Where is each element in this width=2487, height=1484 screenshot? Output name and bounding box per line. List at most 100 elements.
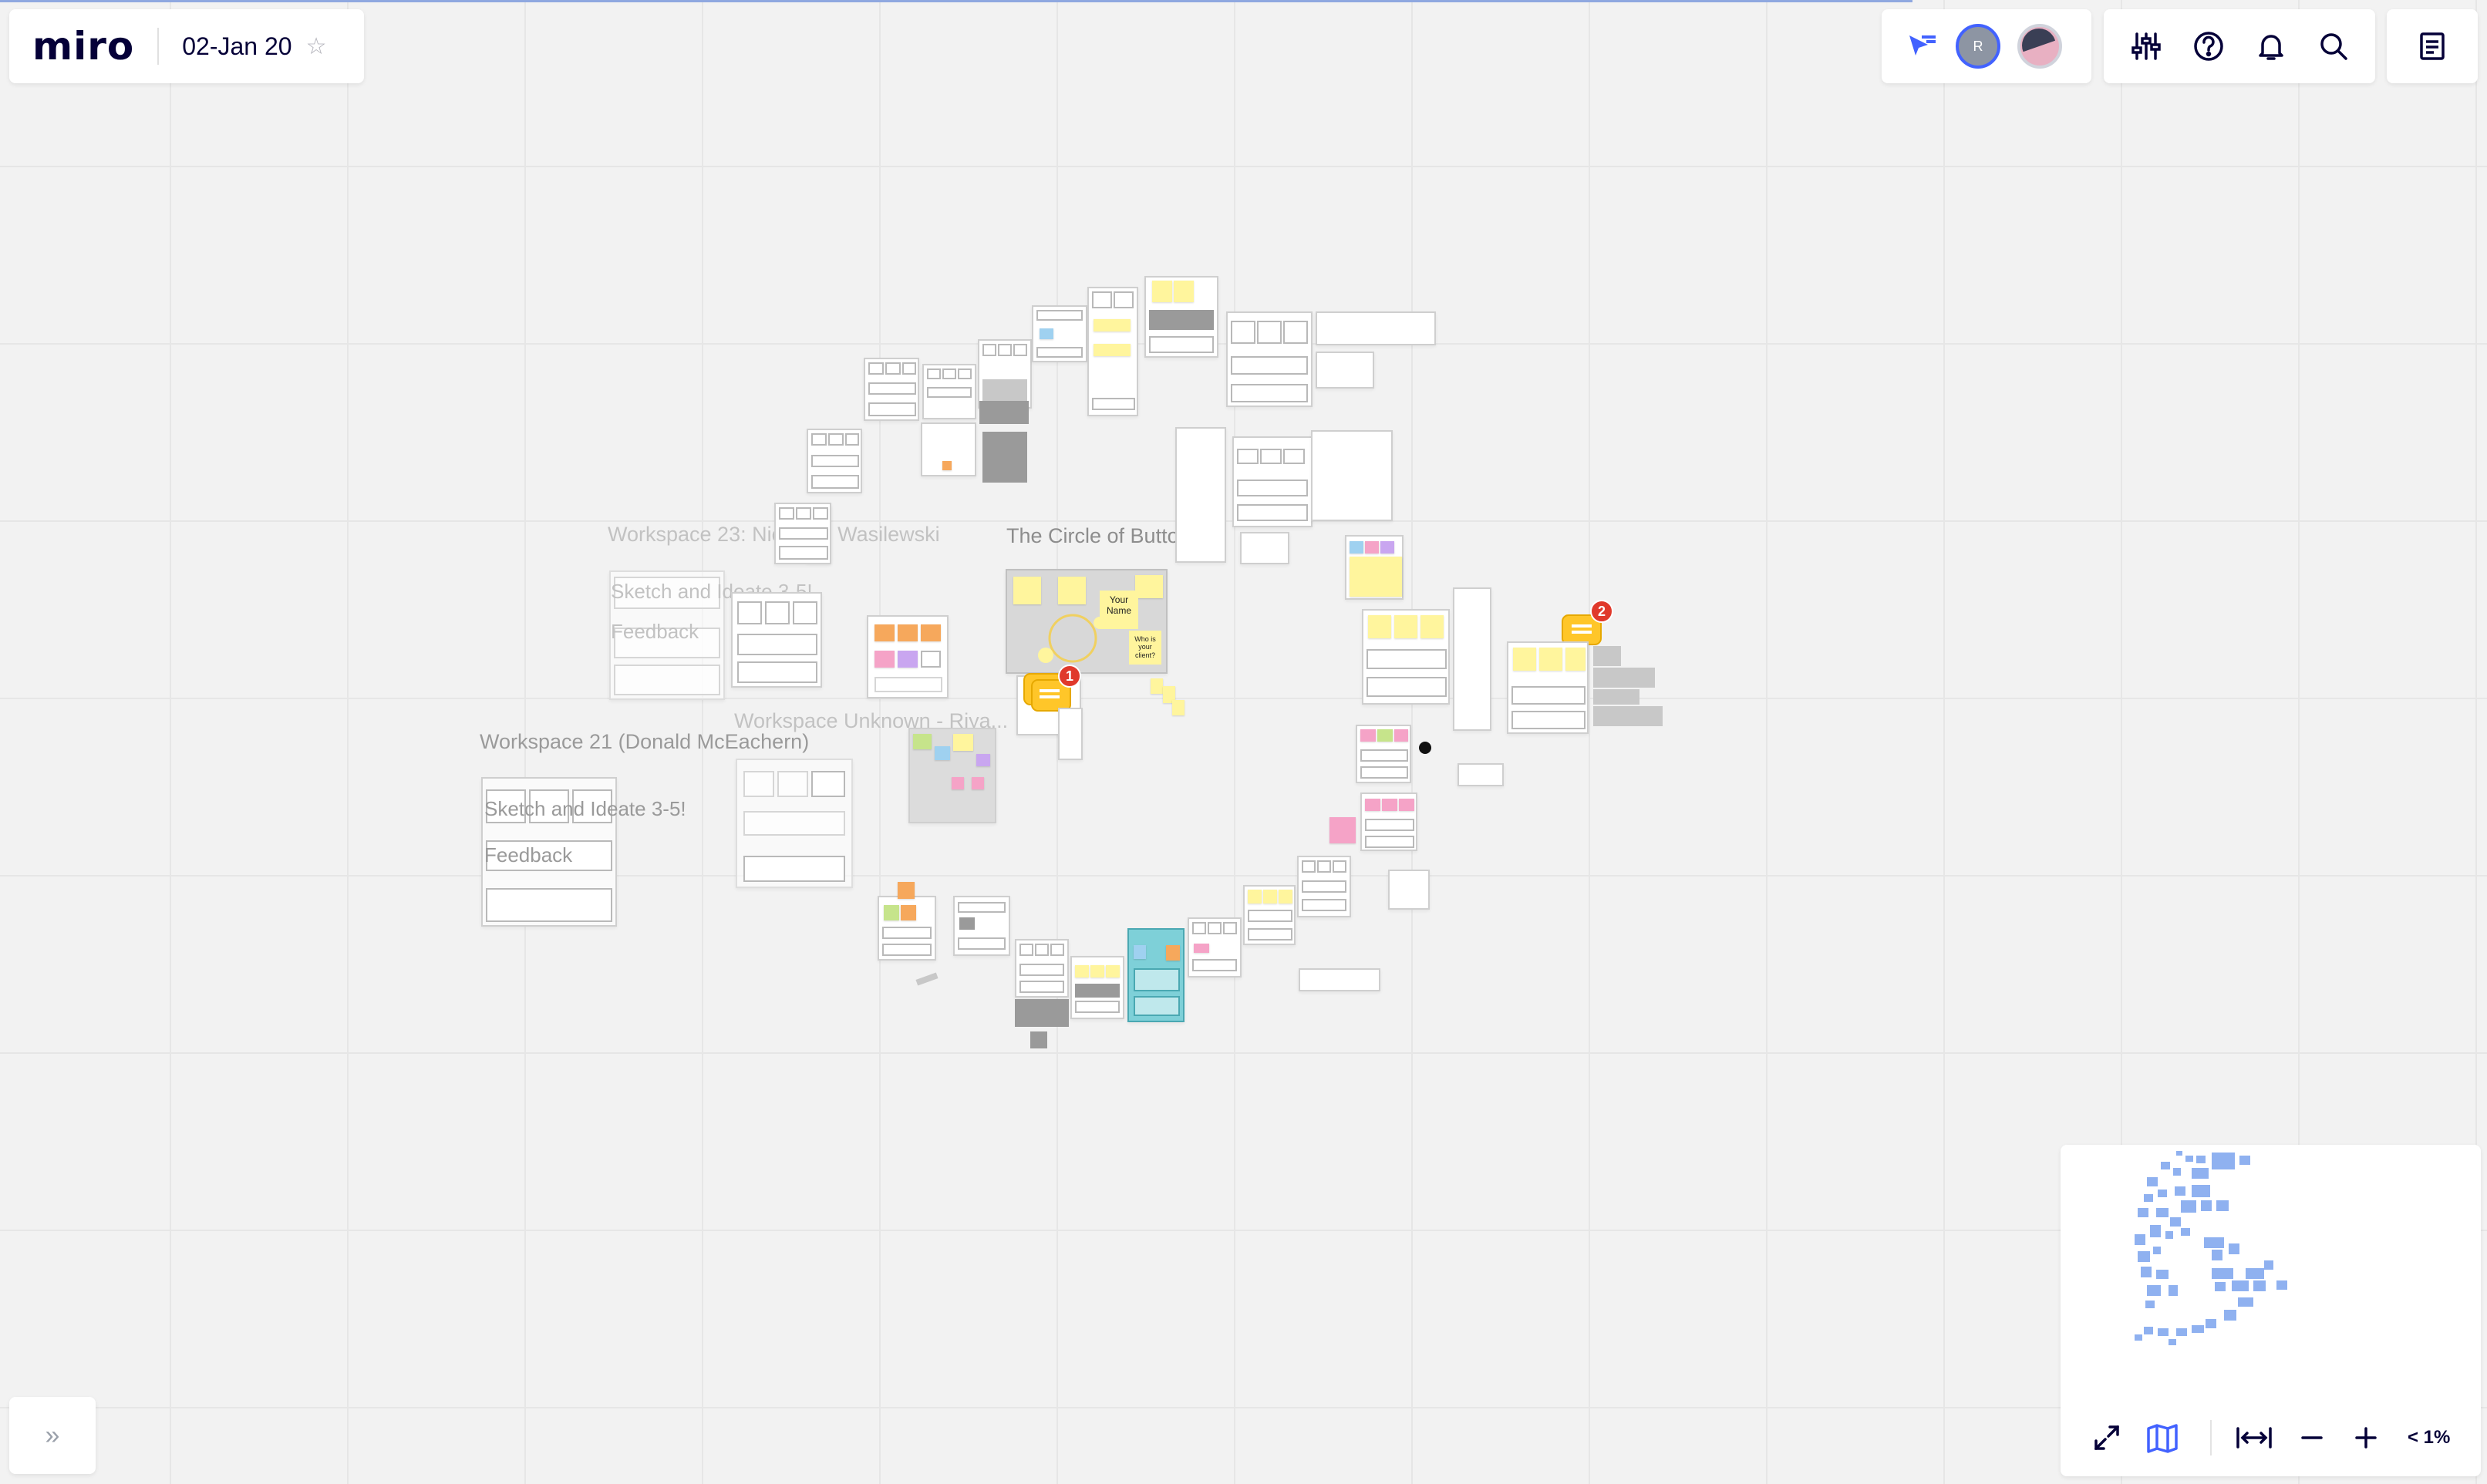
sticky-note[interactable] xyxy=(898,624,918,641)
expand-toolbar-button[interactable]: » xyxy=(9,1397,96,1474)
sticky-note[interactable] xyxy=(1094,344,1131,356)
client-sticky[interactable]: Who is your client? xyxy=(1129,631,1161,665)
sticky-note[interactable] xyxy=(1106,965,1120,978)
avatar[interactable] xyxy=(2017,24,2062,69)
workspace-frame[interactable] xyxy=(1362,609,1450,705)
sticky-note[interactable] xyxy=(1094,319,1131,331)
sticky-note[interactable] xyxy=(942,461,952,470)
sticky-note[interactable] xyxy=(1365,541,1379,554)
sticky-note[interactable] xyxy=(1166,945,1180,961)
sticky-note[interactable] xyxy=(1279,890,1292,904)
workspace-frame-unknown[interactable] xyxy=(736,759,853,888)
workspace-frame[interactable] xyxy=(1032,305,1087,362)
help-icon[interactable] xyxy=(2192,29,2226,63)
miro-logo[interactable]: miro xyxy=(32,24,134,69)
sticky-note[interactable] xyxy=(1539,648,1562,671)
cursor-follow-icon[interactable] xyxy=(1905,29,1939,63)
workspace-frame[interactable] xyxy=(1226,311,1313,407)
workspace-frame[interactable] xyxy=(1188,917,1242,978)
workspace-frame[interactable] xyxy=(953,896,1010,956)
workspace-frame[interactable] xyxy=(1232,436,1313,527)
sticky-note[interactable] xyxy=(1377,729,1393,742)
sticky-note[interactable] xyxy=(976,754,990,766)
workspace-frame[interactable] xyxy=(1507,641,1589,734)
sticky-note[interactable] xyxy=(1360,729,1376,742)
doc-frame[interactable] xyxy=(1311,430,1393,521)
sticky-note[interactable] xyxy=(898,651,918,668)
sticky-note[interactable] xyxy=(1365,799,1380,811)
sketch-row[interactable] xyxy=(1316,311,1436,345)
sketch-frame[interactable] xyxy=(1175,427,1226,563)
sticky-note[interactable] xyxy=(901,905,916,920)
map-icon[interactable] xyxy=(2145,1422,2179,1453)
sticky-note[interactable] xyxy=(1382,799,1397,811)
sticky-note[interactable] xyxy=(952,777,964,789)
fit-to-screen-icon[interactable] xyxy=(2235,1422,2273,1453)
sticky-note[interactable] xyxy=(1399,799,1414,811)
notes-list-icon[interactable] xyxy=(2415,29,2449,63)
sticky-note[interactable] xyxy=(1420,615,1444,638)
workspace-frame[interactable] xyxy=(1345,535,1404,600)
sticky-note[interactable] xyxy=(1134,945,1146,959)
workspace-frame[interactable] xyxy=(1144,276,1218,358)
workspace-frame-b[interactable] xyxy=(731,592,822,688)
sticky-note[interactable] xyxy=(1513,648,1536,671)
sticky-note[interactable] xyxy=(1151,678,1163,694)
sketch-frame[interactable] xyxy=(1453,587,1491,731)
teal-workspace-frame[interactable] xyxy=(1127,928,1185,1022)
zoom-level[interactable]: < 1% xyxy=(2408,1427,2450,1449)
workspace-frame[interactable] xyxy=(908,728,996,823)
sticky-note[interactable] xyxy=(972,777,984,789)
workspace-frame[interactable] xyxy=(864,358,919,421)
sticky-note[interactable] xyxy=(1368,615,1391,638)
zoom-out-icon[interactable] xyxy=(2297,1422,2327,1453)
sticky-note[interactable] xyxy=(913,734,932,749)
sticky-note[interactable] xyxy=(874,624,895,641)
workspace-frame[interactable] xyxy=(1360,792,1417,851)
sticky-note[interactable] xyxy=(953,734,973,751)
sticky-note[interactable] xyxy=(1075,965,1089,978)
star-icon[interactable]: ☆ xyxy=(306,33,327,60)
sticky-note[interactable] xyxy=(1380,541,1394,554)
small-frame[interactable] xyxy=(1058,708,1083,760)
workspace-frame[interactable] xyxy=(1015,939,1069,998)
zoom-in-icon[interactable] xyxy=(2351,1422,2381,1453)
sticky-note[interactable] xyxy=(1013,577,1041,604)
fullscreen-icon[interactable] xyxy=(2091,1422,2122,1453)
sticky-note[interactable] xyxy=(1040,328,1053,339)
avatar[interactable]: R xyxy=(1956,24,2000,69)
sticky-note[interactable] xyxy=(1350,541,1363,554)
workspace-frame[interactable] xyxy=(774,503,831,564)
sticky-note[interactable] xyxy=(1090,965,1104,978)
small-frame[interactable] xyxy=(1457,763,1504,786)
sticky-note[interactable] xyxy=(1174,281,1194,302)
workspace-frame[interactable] xyxy=(1297,856,1351,917)
workspace-frame[interactable] xyxy=(1087,287,1138,416)
sticky-note[interactable] xyxy=(1248,890,1262,904)
sticky-note[interactable] xyxy=(1350,557,1402,597)
sticky-note[interactable] xyxy=(1135,575,1163,598)
sticky-note[interactable] xyxy=(921,624,941,641)
workspace-frame[interactable] xyxy=(1299,968,1380,991)
sketch-row[interactable] xyxy=(1316,352,1374,389)
sticky-note[interactable] xyxy=(1329,817,1356,843)
workspace-frame[interactable] xyxy=(867,615,949,698)
sticky-note[interactable] xyxy=(1058,577,1086,604)
workspace-frame[interactable] xyxy=(978,339,1032,409)
sticky-note[interactable] xyxy=(935,746,950,760)
sticky-note[interactable] xyxy=(1194,944,1209,953)
workspace-frame[interactable] xyxy=(922,364,976,419)
sticky-note[interactable] xyxy=(1394,615,1417,638)
sticky-note[interactable] xyxy=(1172,700,1185,715)
search-icon[interactable] xyxy=(2317,29,2351,63)
workspace-frame[interactable] xyxy=(1356,725,1411,783)
minimap-view[interactable] xyxy=(2061,1145,2481,1399)
workspace-frame[interactable] xyxy=(878,896,936,961)
sketch-frame[interactable] xyxy=(1388,870,1430,910)
sticky-note[interactable] xyxy=(898,882,915,899)
workspace-frame[interactable] xyxy=(1243,885,1296,945)
notifications-bell-icon[interactable] xyxy=(2254,29,2288,63)
sticky-note[interactable] xyxy=(1565,648,1586,671)
workspace-frame[interactable] xyxy=(1070,956,1124,1019)
sticky-note[interactable] xyxy=(874,651,895,668)
